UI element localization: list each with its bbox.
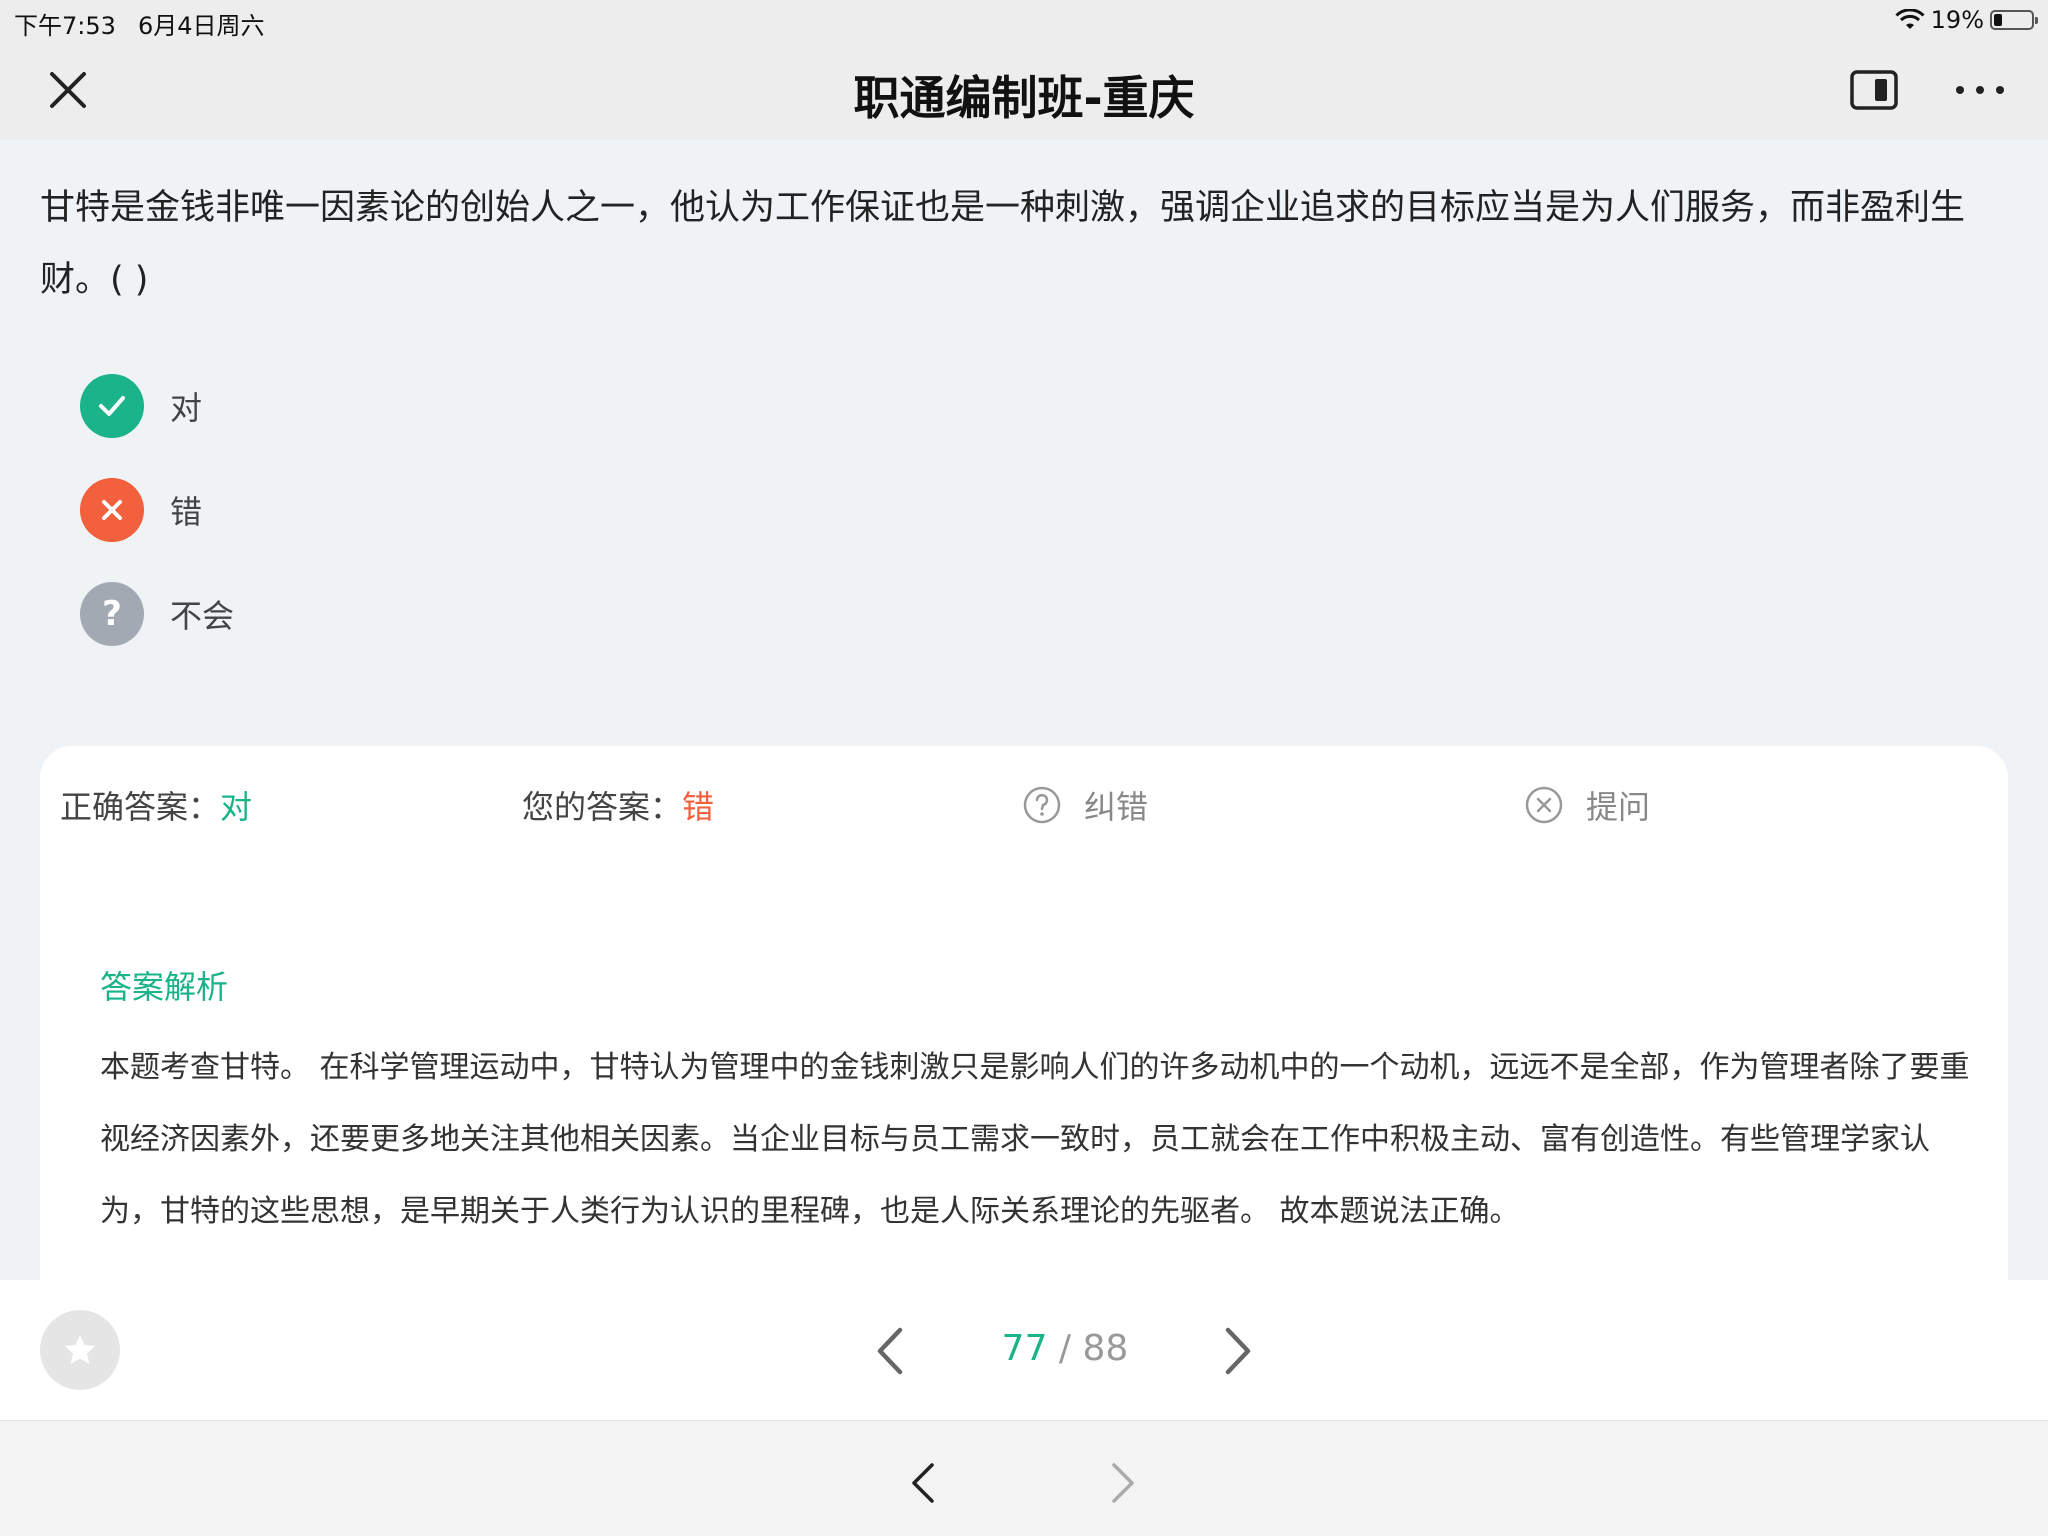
ask-question-label: 提问 <box>1586 788 1651 826</box>
option-true[interactable]: 对 <box>80 374 202 438</box>
page-total: 88 <box>1082 1328 1129 1369</box>
page-indicator: 77 / 88 <box>960 1328 1170 1369</box>
forward-icon[interactable] <box>1108 1461 1138 1505</box>
option-false[interactable]: 错 <box>80 478 202 542</box>
back-icon[interactable] <box>908 1461 938 1505</box>
option-label: 不会 <box>170 597 235 635</box>
split-view-icon[interactable] <box>1850 70 1898 110</box>
status-date: 6月4日周六 <box>138 12 265 40</box>
your-answer-label: 您的答案： <box>522 788 683 826</box>
option-unknown[interactable]: ? 不会 <box>80 582 234 646</box>
chevron-left-icon[interactable] <box>870 1324 910 1378</box>
ask-question-button[interactable]: 提问 <box>1524 782 1650 828</box>
more-icon[interactable] <box>1950 66 2010 114</box>
report-error-label: 纠错 <box>1084 788 1149 826</box>
page-separator: / <box>1047 1328 1083 1369</box>
battery-percent: 19% <box>1930 6 1984 34</box>
analysis-body: 本题考查甘特。 在科学管理运动中，甘特认为管理中的金钱刺激只是影响人们的许多动机… <box>100 1050 1970 1229</box>
page-title: 职通编制班-重庆 <box>853 71 1195 125</box>
star-icon <box>65 1335 95 1364</box>
status-bar: 下午7:53 6月4日周六 19% <box>0 0 2048 40</box>
close-icon <box>80 478 144 542</box>
page-current: 77 <box>1001 1328 1048 1369</box>
check-icon <box>80 374 144 438</box>
question-icon: ? <box>80 582 144 646</box>
analysis-title: 答案解析 <box>100 968 229 1006</box>
option-label: 对 <box>170 389 203 427</box>
browser-toolbar <box>0 1420 2048 1536</box>
bottom-bar: 77 / 88 <box>0 1280 2048 1420</box>
chevron-right-icon[interactable] <box>1218 1324 1258 1378</box>
help-circle-icon <box>1023 786 1061 824</box>
correct-answer-value: 对 <box>220 788 253 826</box>
correct-answer: 正确答案： 对 <box>60 782 252 828</box>
report-error-button[interactable]: 纠错 <box>1022 782 1148 828</box>
wifi-icon <box>1895 9 1925 29</box>
your-answer: 您的答案： 错 <box>522 782 714 828</box>
correct-answer-label: 正确答案： <box>60 788 221 826</box>
your-answer-value: 错 <box>682 788 715 826</box>
status-time: 下午7:53 <box>14 12 116 40</box>
option-label: 错 <box>170 493 203 531</box>
nav-bar: 职通编制班-重庆 <box>0 40 2048 140</box>
battery-icon <box>1990 10 2038 30</box>
answer-panel: 正确答案： 对 您的答案： 错 纠错 提问 答案解析 本题考查甘特。 在科学管理… <box>40 746 2008 1306</box>
status-right: 19% <box>1895 6 2038 34</box>
favorite-button[interactable] <box>40 1310 120 1390</box>
question-text: 甘特是金钱非唯一因素论的创始人之一，他认为工作保证也是一种刺激，强调企业追求的目… <box>40 188 1966 300</box>
ask-icon <box>1525 786 1563 824</box>
